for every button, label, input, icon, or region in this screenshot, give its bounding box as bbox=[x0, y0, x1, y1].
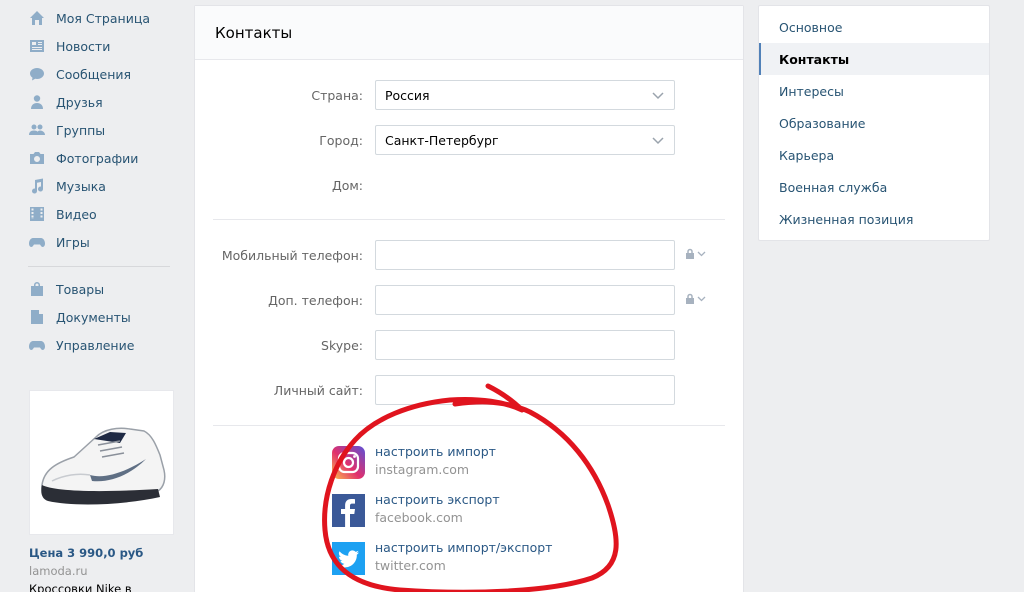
home-icon bbox=[28, 10, 45, 27]
video-icon bbox=[28, 206, 45, 223]
nav-item-groups[interactable]: Группы bbox=[28, 116, 178, 144]
nav-label: Новости bbox=[56, 38, 111, 54]
privacy-lock-dropdown[interactable] bbox=[685, 293, 706, 304]
facebook-icon[interactable] bbox=[332, 494, 365, 527]
menu-item-interests[interactable]: Интересы bbox=[759, 75, 989, 107]
nav-item-games[interactable]: Игры bbox=[28, 228, 178, 256]
nav-item-photos[interactable]: Фотографии bbox=[28, 144, 178, 172]
city-select[interactable]: Санкт-Петербург bbox=[375, 125, 675, 155]
nav-item-news[interactable]: Новости bbox=[28, 32, 178, 60]
extra-phone-input[interactable] bbox=[375, 285, 675, 315]
lock-icon bbox=[686, 248, 694, 259]
chevron-down-icon bbox=[697, 251, 706, 257]
friends-icon bbox=[28, 94, 45, 111]
chevron-down-icon bbox=[652, 92, 664, 100]
ad-title[interactable]: Кроссовки Nike в bbox=[29, 582, 174, 592]
site-label: Личный сайт: bbox=[273, 383, 363, 398]
nav-item-goods[interactable]: Товары bbox=[28, 275, 178, 303]
ad-sneaker-image[interactable] bbox=[29, 390, 174, 535]
instagram-icon[interactable] bbox=[332, 446, 365, 479]
mobile-phone-input[interactable] bbox=[375, 240, 675, 270]
privacy-lock-dropdown[interactable] bbox=[685, 248, 706, 259]
nav-label: Фотографии bbox=[56, 150, 139, 166]
nav-label: Видео bbox=[56, 206, 97, 222]
news-icon bbox=[28, 38, 45, 55]
ad-price[interactable]: Цена 3 990,0 руб bbox=[29, 546, 174, 560]
nav-divider bbox=[28, 266, 170, 267]
nav-label: Сообщения bbox=[56, 66, 132, 82]
personal-site-input[interactable] bbox=[375, 375, 675, 405]
ad-domain: lamoda.ru bbox=[29, 564, 88, 578]
bag-icon bbox=[28, 281, 45, 298]
instagram-integration: настроить импорт instagram.com bbox=[332, 444, 496, 488]
nav-label: Музыка bbox=[56, 178, 106, 194]
skype-row: Skype: bbox=[195, 330, 743, 360]
gamepad-icon bbox=[28, 337, 45, 354]
house-label: Дом: bbox=[331, 178, 363, 193]
left-navigation: Моя Страница Новости Сообщения Друзья Гр… bbox=[28, 4, 178, 359]
nav-label: Игры bbox=[56, 234, 90, 250]
twitter-import-export-link[interactable]: настроить импорт/экспорт bbox=[375, 540, 552, 555]
section-divider bbox=[213, 219, 725, 220]
nav-item-friends[interactable]: Друзья bbox=[28, 88, 178, 116]
nav-item-manage[interactable]: Управление bbox=[28, 331, 178, 359]
menu-item-career[interactable]: Карьера bbox=[759, 139, 989, 171]
mobile-label: Мобильный телефон: bbox=[221, 248, 363, 263]
lock-icon bbox=[686, 293, 694, 304]
section-divider bbox=[213, 425, 725, 426]
nav-item-my-page[interactable]: Моя Страница bbox=[28, 4, 178, 32]
nav-label: Документы bbox=[56, 309, 131, 325]
profile-edit-menu: Основное Контакты Интересы Образование К… bbox=[758, 5, 990, 241]
extra-phone-label: Доп. телефон: bbox=[268, 293, 363, 308]
messages-icon bbox=[28, 66, 45, 83]
skype-label: Skype: bbox=[321, 338, 363, 353]
twitter-icon[interactable] bbox=[332, 542, 365, 575]
city-value: Санкт-Петербург bbox=[385, 133, 499, 148]
country-select[interactable]: Россия bbox=[375, 80, 675, 110]
groups-icon bbox=[28, 122, 45, 139]
menu-item-contacts[interactable]: Контакты bbox=[759, 43, 989, 75]
site-row: Личный сайт: bbox=[195, 375, 743, 405]
mobile-row: Мобильный телефон: bbox=[195, 240, 743, 270]
gamepad-icon bbox=[28, 234, 45, 251]
chevron-down-icon bbox=[697, 296, 706, 302]
nav-label: Управление bbox=[56, 337, 135, 353]
city-row: Город: Санкт-Петербург bbox=[195, 125, 743, 155]
card-header: Контакты bbox=[195, 6, 743, 60]
instagram-domain: instagram.com bbox=[375, 462, 470, 477]
house-row: Дом: bbox=[195, 170, 743, 200]
menu-item-basic[interactable]: Основное bbox=[759, 11, 989, 43]
facebook-domain: facebook.com bbox=[375, 510, 463, 525]
nav-item-messages[interactable]: Сообщения bbox=[28, 60, 178, 88]
nav-label: Товары bbox=[56, 281, 105, 297]
menu-item-life-position[interactable]: Жизненная позиция bbox=[759, 203, 989, 235]
city-label: Город: bbox=[319, 133, 363, 148]
chevron-down-icon bbox=[652, 137, 664, 145]
twitter-domain: twitter.com bbox=[375, 558, 446, 573]
ad-block[interactable]: Цена 3 990,0 руб lamoda.ru Кроссовки Nik… bbox=[29, 390, 174, 592]
twitter-integration: настроить импорт/экспорт twitter.com bbox=[332, 540, 552, 584]
menu-item-education[interactable]: Образование bbox=[759, 107, 989, 139]
menu-item-military[interactable]: Военная служба bbox=[759, 171, 989, 203]
document-icon bbox=[28, 309, 45, 326]
nav-item-music[interactable]: Музыка bbox=[28, 172, 178, 200]
nav-label: Друзья bbox=[56, 94, 103, 110]
nav-label: Моя Страница bbox=[56, 10, 150, 26]
skype-input[interactable] bbox=[375, 330, 675, 360]
country-row: Страна: Россия bbox=[195, 80, 743, 110]
music-icon bbox=[28, 178, 45, 195]
nav-label: Группы bbox=[56, 122, 106, 138]
page-title: Контакты bbox=[215, 24, 293, 42]
country-label: Страна: bbox=[311, 88, 363, 103]
country-value: Россия bbox=[385, 88, 430, 103]
nav-item-video[interactable]: Видео bbox=[28, 200, 178, 228]
instagram-import-link[interactable]: настроить импорт bbox=[375, 444, 496, 459]
facebook-export-link[interactable]: настроить экспорт bbox=[375, 492, 500, 507]
camera-icon bbox=[28, 150, 45, 167]
extra-phone-row: Доп. телефон: bbox=[195, 285, 743, 315]
facebook-integration: настроить экспорт facebook.com bbox=[332, 492, 500, 536]
contacts-card: Контакты Страна: Россия Город: Санкт-Пет… bbox=[194, 5, 744, 592]
nav-item-documents[interactable]: Документы bbox=[28, 303, 178, 331]
